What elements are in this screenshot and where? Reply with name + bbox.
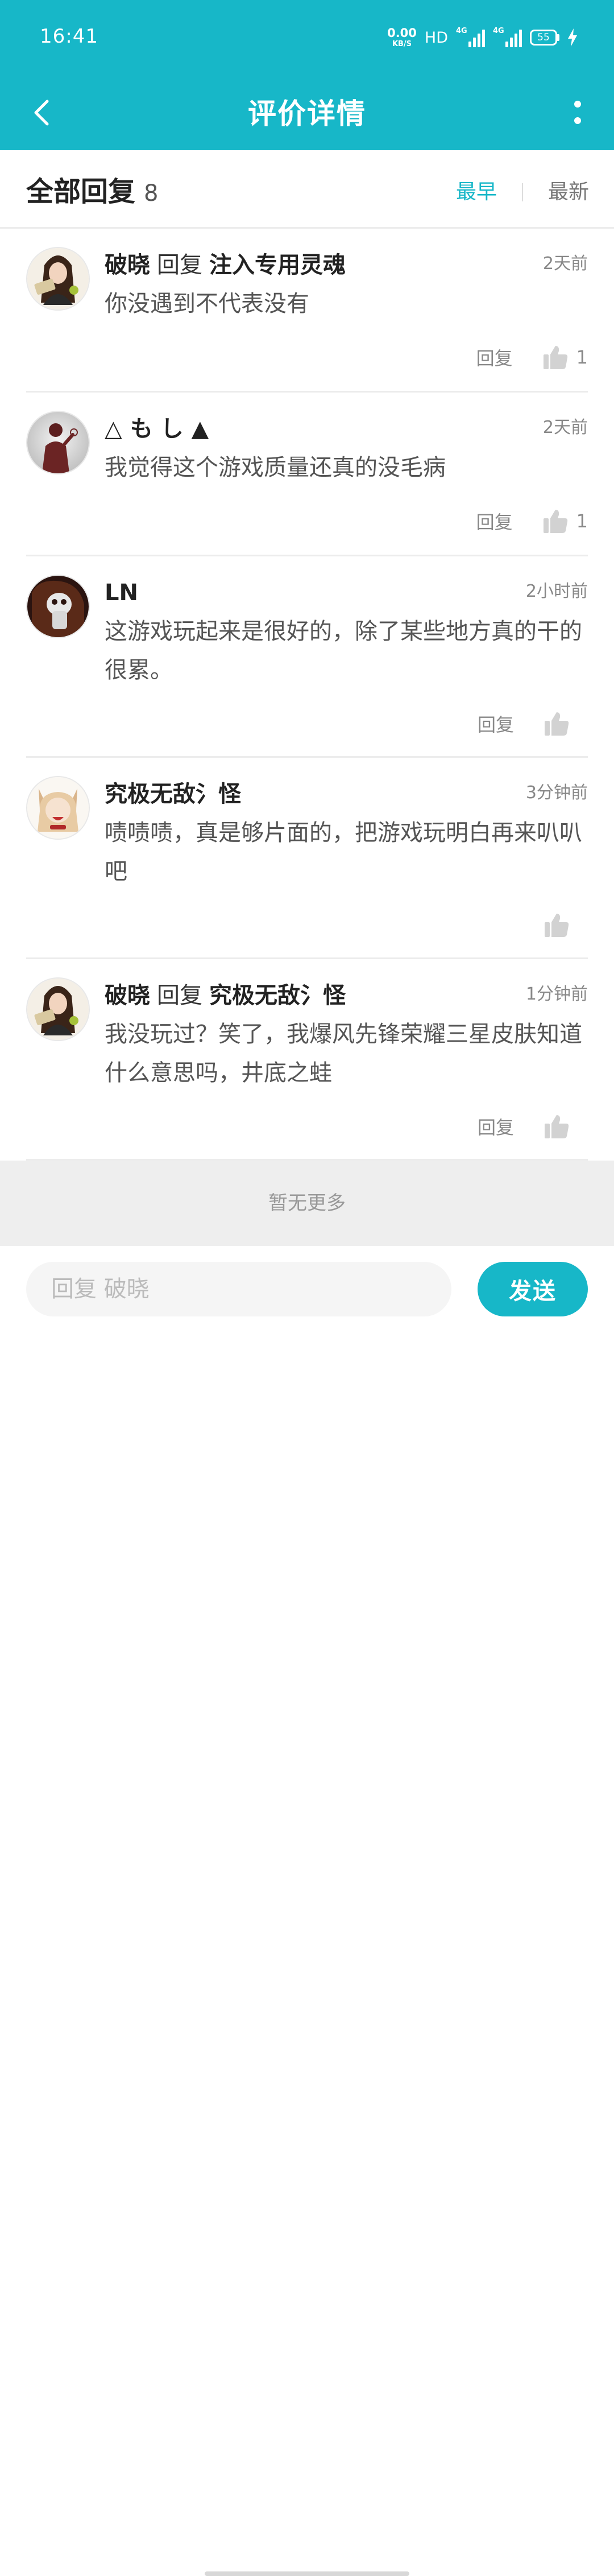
avatar[interactable] — [26, 575, 90, 638]
author-name[interactable]: △ も し ▲ — [105, 416, 209, 442]
charging-icon — [568, 28, 577, 47]
reply-button[interactable]: 回复 — [478, 711, 514, 737]
like-button[interactable] — [544, 711, 588, 737]
thumbs-up-icon — [545, 1115, 569, 1138]
comment-text: 我没玩过？笑了，我爆风先锋荣耀三星皮肤知道什么意思吗，井底之蛙 — [105, 1021, 582, 1086]
comment-item: △ も し ▲ 2天前 我觉得这个游戏质量还真的没毛病 回复 1 — [0, 393, 614, 556]
like-button[interactable]: 1 — [542, 344, 588, 370]
comment-author: LN — [105, 577, 138, 609]
author-name[interactable]: 破晓 — [105, 982, 150, 1009]
replies-count: 8 — [144, 180, 159, 207]
reply-button[interactable]: 回复 — [476, 344, 513, 370]
reply-word: 回复 — [157, 982, 202, 1009]
page-title: 评价详情 — [248, 97, 366, 130]
comment-actions: 回复 — [478, 1109, 588, 1143]
title-bar: 评价详情 — [0, 75, 614, 150]
author-name[interactable]: 究极无敌氵怪 — [105, 781, 241, 807]
comment-time: 2天前 — [542, 254, 588, 274]
sort-earliest-tab[interactable]: 最早 — [456, 179, 497, 206]
more-vertical-icon — [574, 101, 581, 124]
like-button[interactable]: 1 — [542, 508, 588, 534]
reply-target-name[interactable]: 究极无敌氵怪 — [209, 982, 346, 1009]
battery-level: 55 — [530, 30, 557, 46]
comment-text: 这游戏玩起来是很好的，除了某些地方真的干的很累。 — [105, 618, 582, 683]
reply-word: 回复 — [157, 252, 202, 278]
more-options-button[interactable] — [557, 92, 598, 133]
comment-time: 2小时前 — [525, 581, 588, 601]
reply-target-name[interactable]: 注入专用灵魂 — [209, 252, 346, 278]
home-indicator — [205, 2571, 409, 2576]
hd-voice-icon: HD — [424, 28, 448, 47]
sort-latest-tab[interactable]: 最新 — [548, 179, 589, 206]
reply-input[interactable] — [26, 1262, 451, 1316]
comment-actions: 回复 1 — [476, 504, 588, 538]
comment-actions — [514, 908, 588, 942]
reply-button[interactable]: 回复 — [476, 508, 513, 534]
avatar[interactable] — [26, 411, 90, 474]
status-icons: 0.00 KB/S HD 4G 4G 55 — [387, 25, 578, 50]
like-count: 1 — [576, 346, 588, 368]
avatar[interactable] — [26, 247, 90, 311]
replies-title: 全部回复 — [26, 176, 136, 208]
like-count: 1 — [576, 510, 588, 532]
comment-time: 1分钟前 — [525, 984, 588, 1004]
reply-button[interactable]: 回复 — [478, 1113, 514, 1140]
comment-author: 破晓 回复 注入专用灵魂 — [105, 249, 346, 281]
author-name[interactable]: 破晓 — [105, 252, 150, 278]
comment-author: △ も し ▲ — [105, 413, 209, 445]
comment-text: 我觉得这个游戏质量还真的没毛病 — [105, 455, 446, 481]
signal-sim2-label: 4G — [493, 27, 504, 35]
comment-text: 啧啧啧，真是够片面的，把游戏玩明白再来叭叭吧 — [105, 820, 582, 885]
comment-text: 你没遇到不代表没有 — [105, 291, 309, 317]
signal-sim2-icon: 4G — [493, 27, 522, 47]
replies-header: 全部回复 8 最早 最新 — [0, 150, 614, 229]
avatar[interactable] — [26, 977, 90, 1041]
comment-actions: 回复 1 — [476, 340, 588, 374]
status-time: 16:41 — [40, 25, 98, 48]
network-speed-value: 0.00 — [387, 26, 417, 40]
sort-divider — [522, 183, 523, 201]
author-name[interactable]: LN — [105, 580, 138, 606]
comment-item: LN 2小时前 这游戏玩起来是很好的，除了某些地方真的干的很累。 回复 — [0, 556, 614, 758]
signal-sim1-icon: 4G — [456, 27, 485, 47]
thumbs-up-icon — [545, 914, 569, 937]
comment-author: 破晓 回复 究极无敌氵怪 — [105, 980, 346, 1012]
no-more-indicator: 暂无更多 — [0, 1161, 614, 1246]
comment-author: 究极无敌氵怪 — [105, 778, 241, 810]
app-header: 16:41 0.00 KB/S HD 4G 4G 55 评价详情 — [0, 0, 614, 150]
comment-list: 破晓 回复 注入专用灵魂 2天前 你没遇到不代表没有 回复 1 △ も し ▲ … — [0, 229, 614, 1161]
comment-time: 2天前 — [542, 418, 588, 437]
avatar[interactable] — [26, 776, 90, 840]
comment-item: 破晓 回复 注入专用灵魂 2天前 你没遇到不代表没有 回复 1 — [0, 229, 614, 393]
comment-item: 破晓 回复 究极无敌氵怪 1分钟前 我没玩过？笑了，我爆风先锋荣耀三星皮肤知道什么意… — [0, 959, 614, 1161]
like-button[interactable] — [544, 912, 588, 938]
comment-actions: 回复 — [478, 707, 588, 741]
signal-sim1-label: 4G — [456, 27, 467, 35]
thumbs-up-icon — [545, 712, 569, 736]
network-speed: 0.00 KB/S — [387, 27, 417, 48]
network-speed-unit: KB/S — [392, 40, 412, 48]
reply-input-bar: 发送 — [0, 1246, 614, 2576]
comment-time: 3分钟前 — [525, 783, 588, 803]
thumbs-up-icon — [543, 510, 567, 533]
comment-item: 究极无敌氵怪 3分钟前 啧啧啧，真是够片面的，把游戏玩明白再来叭叭吧 — [0, 758, 614, 959]
like-button[interactable] — [544, 1113, 588, 1140]
thumbs-up-icon — [543, 346, 567, 369]
battery-icon: 55 — [530, 30, 559, 46]
send-button[interactable]: 发送 — [478, 1262, 588, 1316]
status-bar: 16:41 0.00 KB/S HD 4G 4G 55 — [0, 0, 614, 75]
